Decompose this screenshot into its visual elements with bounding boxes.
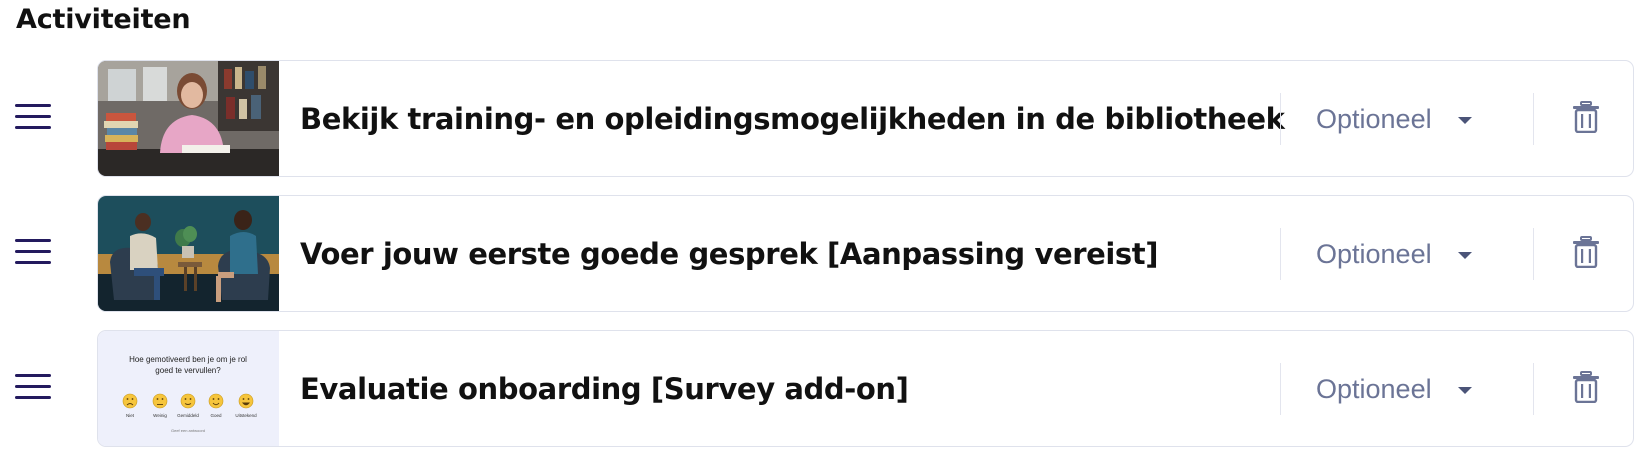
mode-dropdown[interactable]: Optioneel [1316,232,1516,276]
mode-dropdown[interactable]: Optioneel [1316,97,1516,141]
mode-dropdown-value: Optioneel [1316,373,1432,404]
divider [1533,93,1534,145]
section-title: Activiteiten [16,4,191,35]
survey-question-line2: goed te vervullen? [155,366,221,375]
activity-card[interactable]: Bekijk training- en opleidingsmogelijkhe… [97,60,1634,177]
survey-option-label: Goed [210,413,222,418]
activity-thumbnail: Hoe gemotiveerd ben je om je rol goed te… [98,331,279,446]
survey-question-line1: Hoe gemotiveerd ben je om je rol [129,355,247,364]
survey-option-label: Gemiddeld [177,413,199,418]
mode-dropdown-value: Optioneel [1316,103,1432,134]
divider [1533,228,1534,280]
activity-row: Voer jouw eerste goede gesprek [Aanpassi… [0,195,1644,312]
drag-handle-icon[interactable] [14,372,54,402]
drag-handle-icon[interactable] [14,102,54,132]
survey-option-label: Niet [126,413,135,418]
activity-title: Evaluatie onboarding [Survey add-on] [300,371,909,406]
divider [1280,228,1281,280]
mode-dropdown-value: Optioneel [1316,238,1432,269]
drag-handle-icon[interactable] [14,237,54,267]
divider [1533,363,1534,415]
caret-down-icon [1457,116,1472,124]
caret-down-icon [1457,386,1472,394]
activity-thumbnail [98,61,279,176]
divider [1280,93,1281,145]
activity-card[interactable]: Voer jouw eerste goede gesprek [Aanpassi… [97,195,1634,312]
trash-icon[interactable] [1572,371,1600,403]
activity-row: Bekijk training- en opleidingsmogelijkhe… [0,60,1644,177]
activity-title: Bekijk training- en opleidingsmogelijkhe… [300,101,1285,136]
activity-card[interactable]: Hoe gemotiveerd ben je om je rol goed te… [97,330,1634,447]
activity-row: Hoe gemotiveerd ben je om je rol goed te… [0,330,1644,447]
activity-thumbnail [98,196,279,311]
survey-option-label: Weinig [153,413,167,418]
caret-down-icon [1457,251,1472,259]
trash-icon[interactable] [1572,101,1600,133]
activity-title: Voer jouw eerste goede gesprek [Aanpassi… [300,236,1159,271]
divider [1280,363,1281,415]
survey-footer: Geef een antwoord [171,428,205,433]
activity-list: Bekijk training- en opleidingsmogelijkhe… [0,60,1644,465]
survey-option-label: Uitstekend [235,413,257,418]
trash-icon[interactable] [1572,236,1600,268]
mode-dropdown[interactable]: Optioneel [1316,367,1516,411]
